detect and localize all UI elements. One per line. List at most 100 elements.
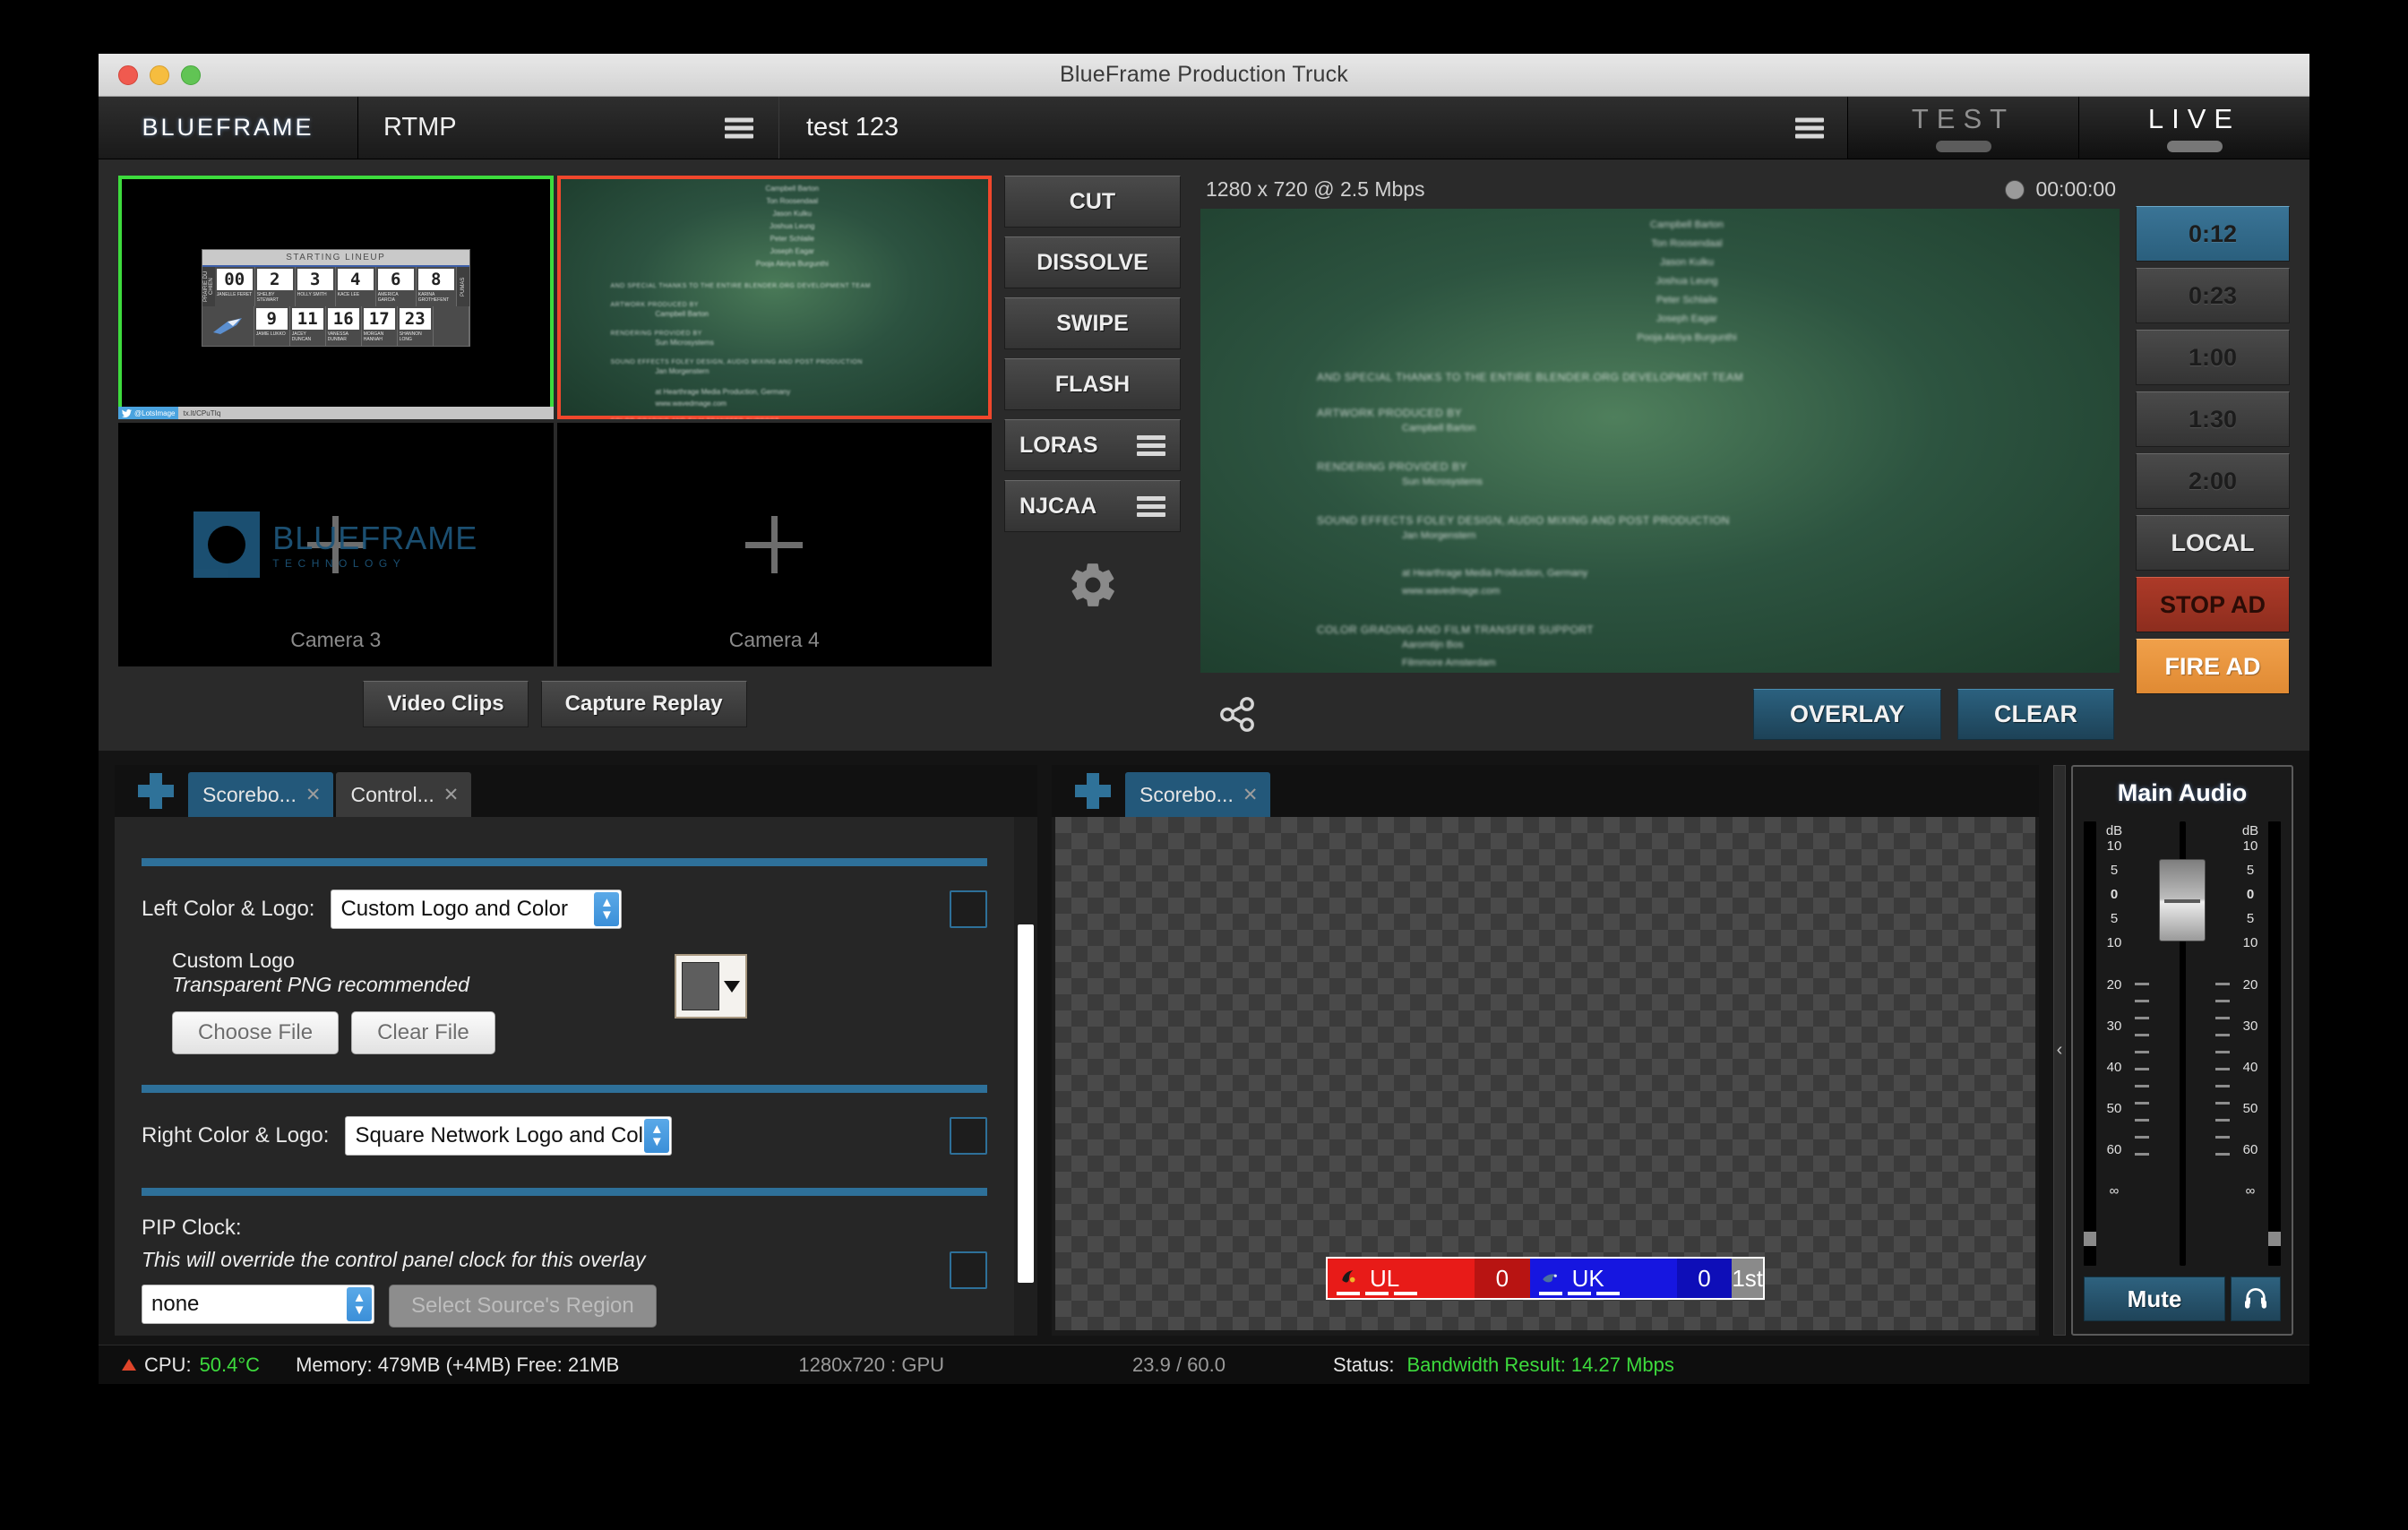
db-tick-label: 0	[2110, 887, 2119, 902]
add-tab-button[interactable]	[133, 768, 179, 814]
live-mode-button[interactable]: LIVE	[2078, 97, 2309, 159]
clear-button[interactable]: CLEAR	[1957, 689, 2114, 740]
overlay-loras-button[interactable]: LORAS	[1004, 419, 1181, 471]
protocol-selector[interactable]: RTMP	[358, 97, 779, 159]
ad-duration-1-00-button[interactable]: 1:00	[2136, 330, 2290, 385]
left-color-select[interactable]: Custom Logo and Color ▲ ▼	[331, 890, 623, 929]
ad-duration-0-12-button[interactable]: 0:12	[2136, 206, 2290, 262]
vu-meter-right	[2268, 821, 2281, 1266]
scrollbar-thumb[interactable]	[1018, 924, 1034, 1283]
headphone-monitor-button[interactable]	[2231, 1276, 2281, 1321]
choose-file-button[interactable]: Choose File	[172, 1011, 340, 1054]
session-title-area[interactable]: test 123	[779, 97, 1847, 159]
credit-name: Ton Roosendaal	[1651, 238, 1723, 249]
player-name: KARINA GROTHEFENT	[417, 291, 450, 303]
overlay-button[interactable]: OVERLAY	[1752, 689, 1941, 740]
chevron-down-icon[interactable]	[723, 980, 740, 993]
video-clips-button[interactable]: Video Clips	[363, 681, 529, 727]
custom-logo-block: Custom Logo Transparent PNG recommended …	[142, 949, 987, 1054]
away-team-score: 0	[1676, 1259, 1733, 1298]
settings-row	[1004, 559, 1181, 611]
master-fader[interactable]	[2157, 821, 2207, 1266]
clear-file-button[interactable]: Clear File	[351, 1011, 495, 1054]
close-tab-icon[interactable]: ✕	[443, 784, 460, 806]
overlay-tabbar: Scorebo... ✕	[1052, 765, 2039, 817]
production-top-section: STARTING LINEUP PRAIRIE DU CHIEN 00 JANE…	[99, 159, 2309, 751]
fps-status: 23.9 / 60.0	[1132, 1353, 1226, 1376]
ad-duration-2-00-button[interactable]: 2:00	[2136, 453, 2290, 509]
close-tab-icon[interactable]: ✕	[1243, 784, 1259, 806]
njcaa-menu-icon[interactable]	[1137, 495, 1165, 517]
overlay-canvas[interactable]: UL 0 UK 0 1st	[1055, 817, 2035, 1330]
settings-scrollbar[interactable]	[1014, 817, 1037, 1336]
left-color-value: Custom Logo and Color	[340, 897, 568, 921]
player-number: 2	[256, 268, 293, 290]
camera-source-4[interactable]: Camera 4	[556, 423, 992, 666]
overlay-njcaa-label: NJCAA	[1019, 493, 1097, 519]
tab-overlay-scoreboard[interactable]: Scorebo... ✕	[1125, 772, 1271, 817]
cpu-value: 50.4°C	[199, 1353, 261, 1376]
player-name: HOLLY SMITH	[297, 291, 327, 297]
tab-label: Control...	[350, 782, 434, 806]
cpu-status-group: CPU: 50.4°C	[122, 1354, 260, 1377]
pip-clock-checkbox[interactable]	[950, 1251, 987, 1289]
blueframe-mark-icon	[194, 511, 261, 578]
camera-source-1[interactable]: STARTING LINEUP PRAIRIE DU CHIEN 00 JANE…	[118, 176, 554, 419]
record-indicator-icon[interactable]	[2005, 179, 2025, 200]
capture-replay-button[interactable]: Capture Replay	[540, 681, 747, 727]
lineup-player: 6 AMERICA GARCIA	[376, 266, 417, 306]
player-name: JACEY DUNCAN	[291, 331, 312, 342]
close-tab-icon[interactable]: ✕	[305, 784, 322, 806]
add-overlay-tab-button[interactable]	[1070, 768, 1116, 814]
transition-dissolve-button[interactable]: DISSOLVE	[1004, 236, 1181, 288]
left-color-checkbox[interactable]	[950, 890, 987, 928]
mute-button[interactable]: Mute	[2084, 1276, 2225, 1321]
left-color-stepper-icon[interactable]: ▲ ▼	[594, 892, 620, 926]
pip-clock-stepper-icon[interactable]: ▲ ▼	[347, 1287, 372, 1321]
tab-scoreboard[interactable]: Scorebo... ✕	[188, 772, 334, 817]
player-name: VANESSA DUNBAR	[327, 331, 348, 342]
share-icon[interactable]	[1217, 693, 1260, 736]
fader-knob[interactable]	[2159, 859, 2206, 941]
ad-duration-1-30-button[interactable]: 1:30	[2136, 391, 2290, 447]
test-mode-button[interactable]: TEST	[1847, 97, 2078, 159]
transition-flash-button[interactable]: FLASH	[1004, 358, 1181, 410]
pip-clock-select[interactable]: none ▲ ▼	[142, 1285, 374, 1324]
right-color-checkbox[interactable]	[950, 1117, 987, 1155]
stop-ad-button[interactable]: STOP AD	[2136, 577, 2290, 632]
gear-icon[interactable]	[1067, 559, 1119, 611]
program-preview[interactable]: Campbell Barton Ton Roosendaal Jason Kul…	[1200, 209, 2120, 673]
overlay-njcaa-button[interactable]: NJCAA	[1004, 480, 1181, 532]
transition-cut-button[interactable]: CUT	[1004, 176, 1181, 228]
memory-status: Memory: 479MB (+4MB) Free: 21MB	[296, 1353, 620, 1376]
loras-menu-icon[interactable]	[1137, 434, 1165, 456]
tab-control[interactable]: Control... ✕	[336, 772, 472, 817]
db-tick-label: 5	[2246, 863, 2255, 878]
db-tick-label: 10	[2106, 838, 2122, 854]
audio-panel: ‹ Main Audio dB 10 5 0 5 10 20 30 40 50 …	[2053, 765, 2293, 1336]
right-color-select[interactable]: Square Network Logo and Color ▲ ▼	[345, 1116, 673, 1156]
session-menu-icon[interactable]	[1795, 117, 1824, 138]
ad-duration-0-23-button[interactable]: 0:23	[2136, 268, 2290, 323]
db-tick-label: 10	[2242, 935, 2258, 950]
credit-section-sub: www.wavedmage.com	[1402, 586, 1501, 597]
player-number: 8	[417, 268, 454, 290]
transition-swipe-button[interactable]: SWIPE	[1004, 297, 1181, 349]
away-team-abbr: UK	[1571, 1264, 1604, 1292]
right-color-stepper-icon[interactable]: ▲ ▼	[644, 1119, 670, 1153]
collapse-audio-panel-button[interactable]: ‹	[2053, 765, 2066, 1336]
twitter-handle-chip: @LotsImage	[118, 407, 179, 419]
camera-source-2[interactable]: Campbell Barton Ton Roosendaal Jason Kul…	[556, 176, 992, 419]
player-name: JAMIE LUKKO	[255, 331, 286, 337]
scorebug-graphic[interactable]: UL 0 UK 0 1st	[1326, 1257, 1765, 1300]
protocol-menu-icon[interactable]	[725, 117, 753, 138]
camera-column: STARTING LINEUP PRAIRIE DU CHIEN 00 JANE…	[118, 176, 992, 751]
blueframe-wordmark: BLUEFRAME TECHNOLOGY	[272, 520, 477, 570]
left-color-swatch-picker[interactable]	[674, 954, 747, 1019]
camera-source-3[interactable]: BLUEFRAME TECHNOLOGY Camera 3	[118, 423, 554, 666]
record-group: 00:00:00	[2005, 177, 2116, 202]
blueframe-tagline: TECHNOLOGY	[272, 557, 407, 570]
fire-ad-button[interactable]: FIRE AD	[2136, 639, 2290, 694]
add-source-icon[interactable]	[745, 516, 804, 573]
ad-local-button[interactable]: LOCAL	[2136, 515, 2290, 571]
